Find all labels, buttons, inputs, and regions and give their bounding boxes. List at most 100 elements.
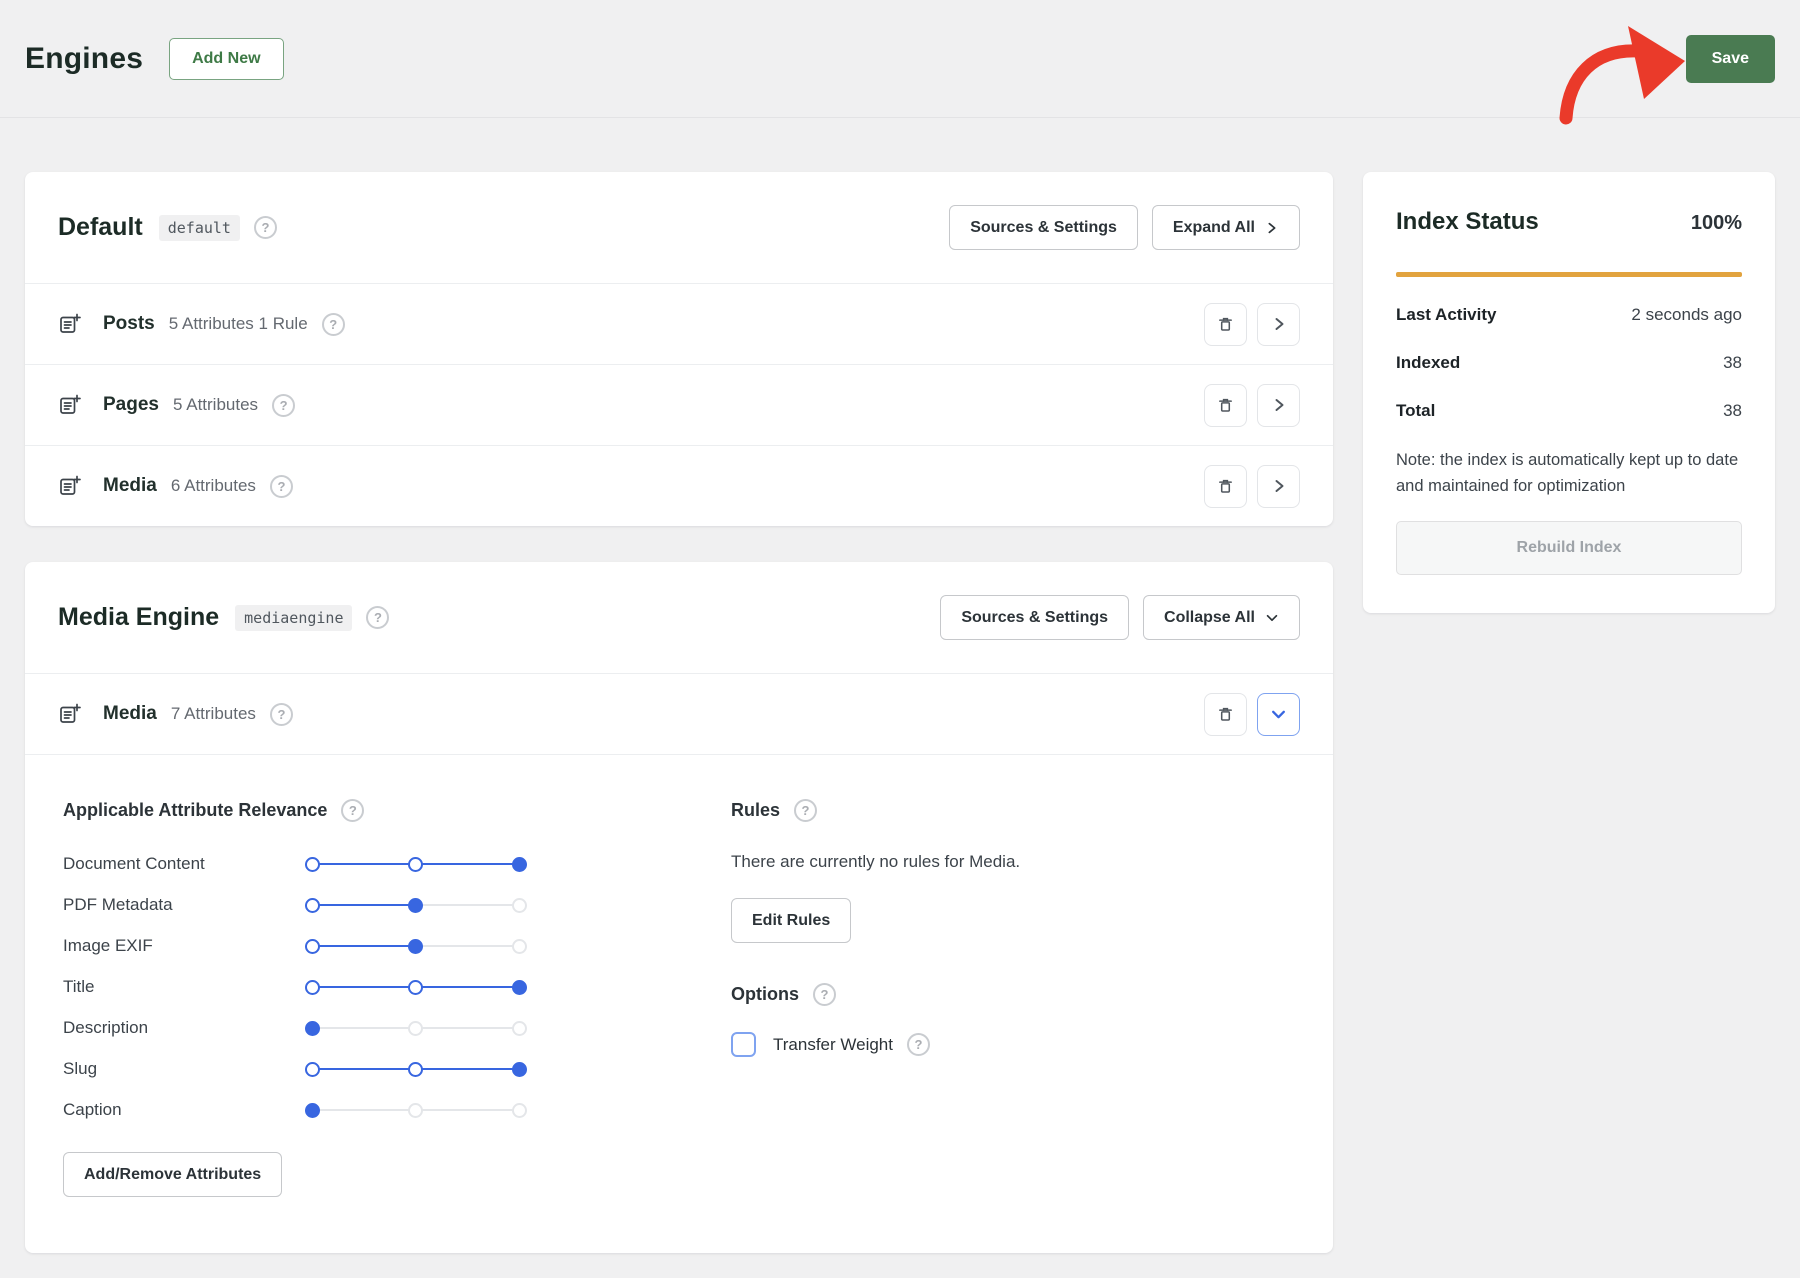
engine-title: Default [58, 213, 143, 241]
source-row-media: Media 6 Attributes ? [25, 445, 1333, 526]
relevance-slider[interactable] [305, 1020, 527, 1036]
source-meta: 7 Attributes [170, 704, 256, 723]
save-button[interactable]: Save [1685, 34, 1775, 83]
attribute-label: Caption [63, 1100, 122, 1119]
document-plus-icon [58, 703, 81, 726]
attribute-relevance-row: Caption [63, 1098, 731, 1122]
help-icon[interactable]: ? [907, 1033, 930, 1056]
help-icon[interactable]: ? [794, 799, 818, 822]
trash-icon [1219, 317, 1232, 331]
edit-rules-button[interactable]: Edit Rules [731, 898, 852, 943]
engine-card-default: Default default ? Sources & Settings Exp… [25, 172, 1333, 526]
index-status-card: Index Status 100% Last Activity 2 second… [1363, 172, 1775, 613]
collapse-all-button[interactable]: Collapse All [1143, 595, 1300, 640]
expand-source-button[interactable] [1257, 464, 1300, 508]
source-meta: 6 Attributes [170, 476, 256, 495]
expand-source-button[interactable] [1257, 302, 1300, 346]
engine-slug-tag: mediaengine [235, 604, 353, 631]
stat-value: 38 [1723, 401, 1742, 420]
index-stat-row: Indexed 38 [1396, 351, 1742, 375]
source-name: Posts [103, 313, 155, 334]
chevron-right-icon [1275, 318, 1283, 330]
page-title: Engines [25, 41, 144, 75]
add-remove-attributes-button[interactable]: Add/Remove Attributes [63, 1152, 283, 1197]
relevance-slider[interactable] [305, 856, 527, 872]
source-meta: 5 Attributes [172, 395, 259, 414]
expand-all-button[interactable]: Expand All [1151, 205, 1300, 250]
attribute-relevance-row: Document Content [63, 852, 731, 876]
collapse-source-button[interactable] [1257, 692, 1300, 736]
help-icon[interactable]: ? [813, 983, 836, 1006]
help-icon[interactable]: ? [269, 474, 293, 498]
attribute-relevance-row: Image EXIF [63, 934, 731, 958]
sources-settings-button[interactable]: Sources & Settings [949, 205, 1138, 250]
index-note: Note: the index is automatically kept up… [1396, 451, 1739, 495]
transfer-weight-option: Transfer Weight ? [731, 1032, 1300, 1057]
delete-source-button[interactable] [1204, 464, 1247, 508]
options-section-title: Options [731, 984, 799, 1004]
media-source-detail: Applicable Attribute Relevance ? Documen… [25, 754, 1333, 1253]
delete-source-button[interactable] [1204, 302, 1247, 346]
chevron-right-icon [1275, 480, 1283, 492]
attribute-relevance-row: Slug [63, 1057, 731, 1081]
relevance-slider[interactable] [305, 1061, 527, 1077]
engine-title: Media Engine [58, 603, 220, 631]
add-new-button[interactable]: Add New [169, 37, 284, 80]
transfer-weight-label: Transfer Weight [773, 1034, 893, 1054]
attribute-label: Slug [63, 1059, 98, 1078]
help-icon[interactable]: ? [321, 312, 345, 336]
help-icon[interactable]: ? [366, 606, 390, 629]
index-status-title: Index Status [1396, 208, 1539, 235]
delete-source-button[interactable] [1204, 383, 1247, 427]
source-name: Pages [103, 394, 159, 415]
help-icon[interactable]: ? [272, 393, 296, 417]
source-name: Media [103, 475, 157, 496]
document-plus-icon [58, 475, 81, 498]
source-row-media-expanded: Media 7 Attributes ? [25, 673, 1333, 754]
index-progress-percent: 100% [1690, 212, 1742, 234]
index-stat-row: Last Activity 2 seconds ago [1396, 303, 1742, 327]
attribute-relevance-row: Title [63, 975, 731, 999]
attribute-label: Image EXIF [63, 936, 153, 955]
relevance-slider[interactable] [305, 897, 527, 913]
attribute-label: Description [63, 1018, 149, 1037]
help-icon[interactable]: ? [341, 799, 365, 822]
document-plus-icon [58, 313, 81, 336]
expand-source-button[interactable] [1257, 383, 1300, 427]
source-row-posts: Posts 5 Attributes 1 Rule ? [25, 283, 1333, 364]
relevance-slider[interactable] [305, 1102, 527, 1118]
relevance-slider[interactable] [305, 938, 527, 954]
attribute-label: Title [63, 977, 95, 996]
sources-settings-button[interactable]: Sources & Settings [940, 595, 1130, 640]
index-progress-bar [1396, 272, 1742, 277]
stat-value: 38 [1723, 353, 1742, 372]
chevron-down-icon [1272, 710, 1285, 718]
rules-section-title: Rules [731, 800, 781, 820]
top-bar: Engines Add New Save [0, 0, 1800, 125]
attribute-label: Document Content [63, 854, 205, 873]
red-arrow-annotation [1559, 26, 1685, 125]
chevron-right-icon [1275, 399, 1283, 411]
source-name: Media [103, 703, 157, 724]
relevance-slider[interactable] [305, 979, 527, 995]
delete-source-button[interactable] [1204, 692, 1247, 736]
source-meta: 5 Attributes 1 Rule [168, 314, 308, 333]
stat-label: Last Activity [1396, 305, 1497, 324]
trash-icon [1219, 398, 1232, 412]
index-stat-row: Total 38 [1396, 399, 1742, 423]
relevance-section-title: Applicable Attribute Relevance [63, 800, 328, 820]
stat-label: Indexed [1396, 353, 1461, 372]
trash-icon [1219, 707, 1232, 721]
help-icon[interactable]: ? [253, 216, 277, 239]
rebuild-index-button[interactable]: Rebuild Index [1396, 521, 1742, 575]
attribute-relevance-row: PDF Metadata [63, 893, 731, 917]
chevron-down-icon [1266, 614, 1278, 621]
engine-slug-tag: default [158, 214, 240, 241]
help-icon[interactable]: ? [269, 702, 293, 726]
rules-empty-message: There are currently no rules for Media. [731, 852, 1021, 871]
transfer-weight-checkbox[interactable] [731, 1032, 756, 1057]
chevron-right-icon [1268, 222, 1276, 233]
trash-icon [1219, 479, 1232, 493]
source-row-pages: Pages 5 Attributes ? [25, 364, 1333, 445]
attribute-label: PDF Metadata [63, 895, 173, 914]
